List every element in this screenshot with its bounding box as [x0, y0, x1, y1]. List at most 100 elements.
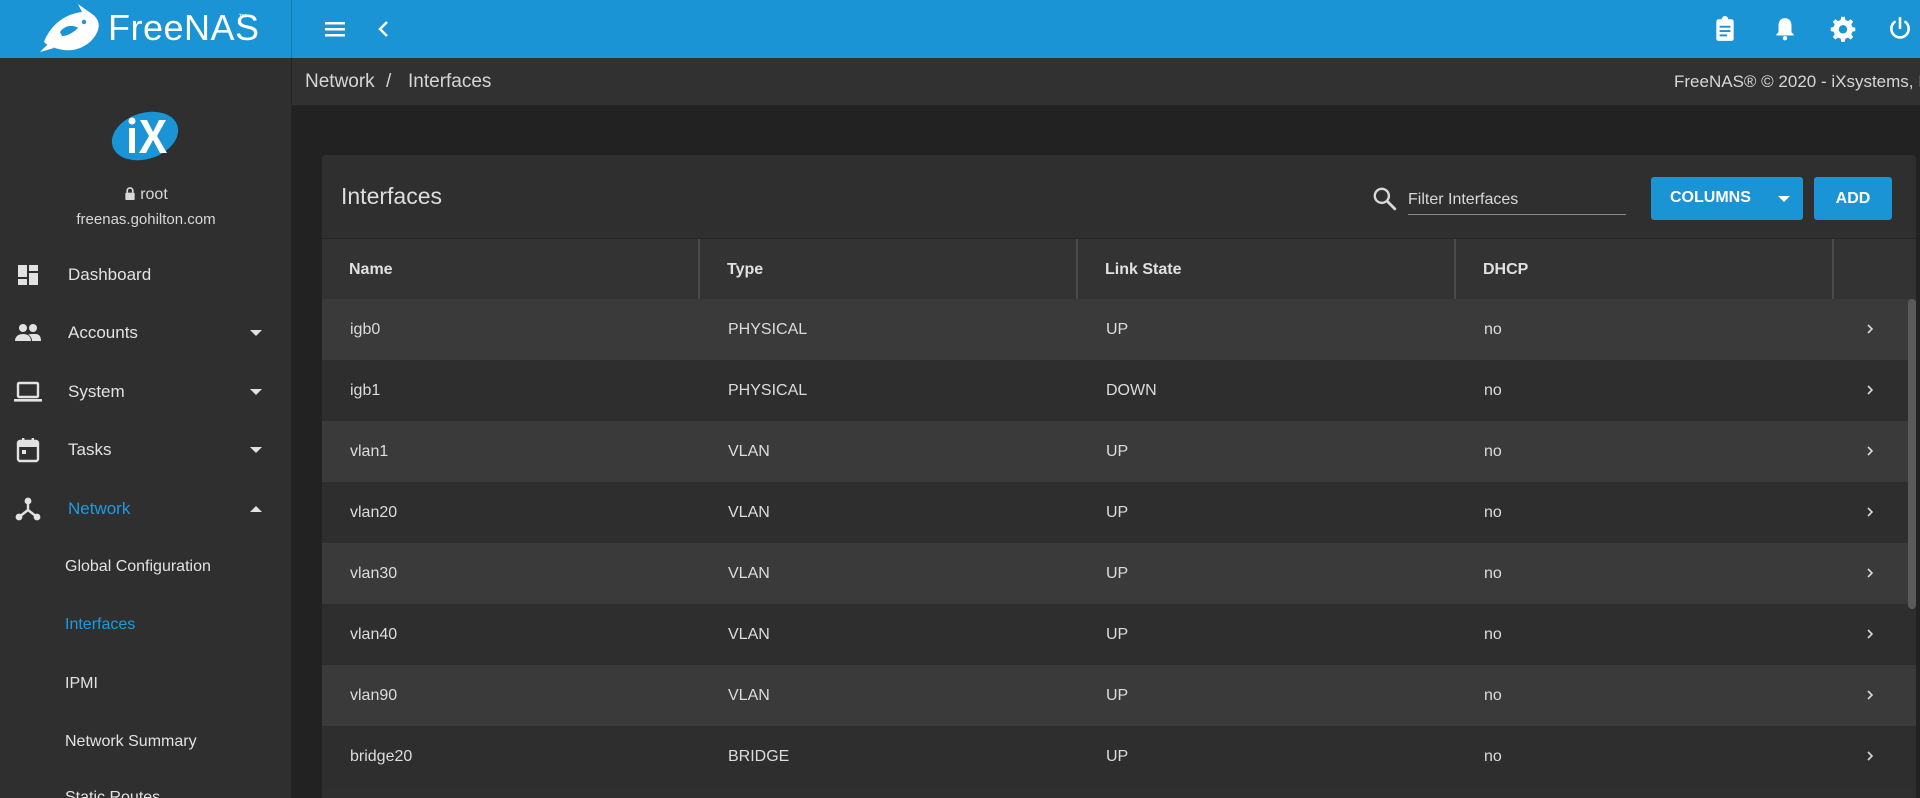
cell-name: igb1	[350, 381, 381, 399]
chevron-right-icon[interactable]	[1862, 565, 1878, 581]
chevron-right-icon[interactable]	[1862, 382, 1878, 398]
breadcrumb-network-link[interactable]: Network	[305, 71, 375, 93]
brand-name: FreeNAS	[108, 7, 260, 48]
table-header: Name Type Link State DHCP	[322, 238, 1916, 300]
sidebar-subitem-global-configuration[interactable]: Global Configuration	[0, 543, 291, 591]
sidebar-item-tasks[interactable]: Tasks	[0, 425, 291, 475]
cell-link-state: UP	[1106, 747, 1129, 765]
add-button[interactable]: ADD	[1814, 177, 1892, 220]
cell-name: vlan90	[350, 686, 398, 704]
breadcrumb-separator: /	[386, 71, 392, 92]
table-row[interactable]: bridge20 BRIDGE UP no	[322, 726, 1916, 787]
cell-type: VLAN	[728, 686, 770, 704]
copyright-text: FreeNAS® © 2020 - iXsystems, Inc.	[1674, 72, 1920, 91]
cell-name: vlan30	[350, 564, 398, 582]
bell-icon	[1776, 18, 1794, 41]
sidebar-item-dashboard[interactable]: Dashboard	[0, 250, 291, 300]
sidebar-item-accounts[interactable]: Accounts	[0, 308, 291, 358]
menu-toggle-button[interactable]	[319, 13, 351, 45]
caret-down-icon	[250, 330, 262, 336]
clipboard-icon	[1716, 16, 1734, 41]
chevron-right-icon[interactable]	[1862, 626, 1878, 642]
caret-down-icon	[1778, 196, 1790, 202]
column-header-name[interactable]: Name	[349, 239, 393, 300]
filter-interfaces-input[interactable]	[1408, 181, 1626, 215]
cell-link-state: UP	[1106, 625, 1129, 643]
column-header-type[interactable]: Type	[727, 239, 763, 300]
people-icon	[14, 319, 42, 347]
collapse-sidebar-button[interactable]	[368, 13, 400, 45]
chevron-right-icon[interactable]	[1862, 504, 1878, 520]
table-row[interactable]: vlan1 VLAN UP no	[322, 421, 1916, 482]
table-row[interactable]: igb1 PHYSICAL DOWN no	[322, 360, 1916, 421]
trademark: ™	[238, 12, 247, 22]
sidebar-subitem-static-routes[interactable]: Static Routes	[0, 774, 291, 798]
cell-name: bridge20	[350, 747, 413, 765]
cell-type: VLAN	[728, 564, 770, 582]
chevron-right-icon[interactable]	[1862, 748, 1878, 764]
brand[interactable]: FreeNAS ™	[0, 0, 292, 58]
cell-dhcp: no	[1484, 564, 1502, 582]
cell-type: VLAN	[728, 442, 770, 460]
chevron-right-icon[interactable]	[1862, 443, 1878, 459]
user-name: root	[0, 186, 291, 204]
laptop-icon	[14, 378, 42, 406]
cell-type: BRIDGE	[728, 747, 790, 765]
sidebar-item-label: Network	[68, 499, 131, 518]
columns-button-label: COLUMNS	[1670, 189, 1751, 206]
cell-dhcp: no	[1484, 320, 1502, 338]
breadcrumb-current: Interfaces	[408, 71, 492, 92]
column-resize-handle[interactable]	[698, 239, 700, 300]
cell-dhcp: no	[1484, 503, 1502, 521]
notifications-button[interactable]	[1769, 13, 1801, 45]
ixsystems-logo-icon	[111, 111, 179, 161]
sidebar-item-label: Dashboard	[68, 265, 152, 284]
table-scrollbar[interactable]	[1908, 299, 1916, 609]
table-row[interactable]: vlan90 VLAN UP no	[322, 665, 1916, 726]
power-icon	[1890, 16, 1910, 39]
column-header-link-state[interactable]: Link State	[1105, 239, 1181, 300]
cell-type: PHYSICAL	[728, 320, 808, 338]
table-row[interactable]: vlan20 VLAN UP no	[322, 482, 1916, 543]
sidebar-item-label: Tasks	[68, 440, 112, 459]
hostname: freenas.gohilton.com	[76, 211, 216, 228]
chevron-right-icon[interactable]	[1862, 687, 1878, 703]
cell-name: vlan1	[350, 442, 389, 460]
settings-button[interactable]	[1827, 13, 1859, 45]
cell-dhcp: no	[1484, 686, 1502, 704]
sidebar-item-system[interactable]: System	[0, 367, 291, 417]
task-manager-button[interactable]	[1709, 13, 1741, 45]
username-text: root	[140, 186, 168, 203]
sidebar-subitem-network-summary[interactable]: Network Summary	[0, 718, 291, 766]
dashboard-icon	[14, 261, 42, 289]
breadcrumb: Network / Interfaces FreeNAS® © 2020 - i…	[292, 58, 1920, 106]
cell-type: PHYSICAL	[728, 381, 808, 399]
column-header-dhcp[interactable]: DHCP	[1483, 239, 1528, 300]
cell-link-state: UP	[1106, 564, 1129, 582]
gear-icon	[1830, 16, 1856, 42]
table-row[interactable]: vlan30 VLAN UP no	[322, 543, 1916, 604]
sidebar-subitem-interfaces[interactable]: Interfaces	[0, 601, 291, 649]
table-row[interactable]: vlan40 VLAN UP no	[322, 604, 1916, 665]
caret-up-icon	[250, 506, 262, 512]
column-resize-handle[interactable]	[1454, 239, 1456, 300]
sidebar-item-network[interactable]: Network	[0, 484, 291, 534]
power-button[interactable]	[1884, 13, 1916, 45]
table-row[interactable]: igb0 PHYSICAL UP no	[322, 299, 1916, 360]
sidebar-subitem-ipmi[interactable]: IPMI	[0, 660, 291, 708]
sidebar-subitem-label: Static Routes	[65, 789, 161, 798]
columns-button[interactable]: COLUMNS	[1651, 177, 1803, 220]
column-resize-handle[interactable]	[1076, 239, 1078, 300]
cell-link-state: DOWN	[1106, 381, 1157, 399]
cell-name: vlan20	[350, 503, 398, 521]
card-title: Interfaces	[341, 183, 442, 209]
sidebar: root freenas.gohilton.com Dashboard Acco…	[0, 58, 292, 798]
chevron-right-icon[interactable]	[1862, 321, 1878, 337]
cell-type: VLAN	[728, 503, 770, 521]
caret-down-icon	[250, 447, 262, 453]
cell-link-state: UP	[1106, 503, 1129, 521]
cell-dhcp: no	[1484, 625, 1502, 643]
cell-name: vlan40	[350, 625, 398, 643]
column-resize-handle[interactable]	[1832, 239, 1834, 300]
sidebar-subitem-label: Network Summary	[65, 733, 197, 750]
